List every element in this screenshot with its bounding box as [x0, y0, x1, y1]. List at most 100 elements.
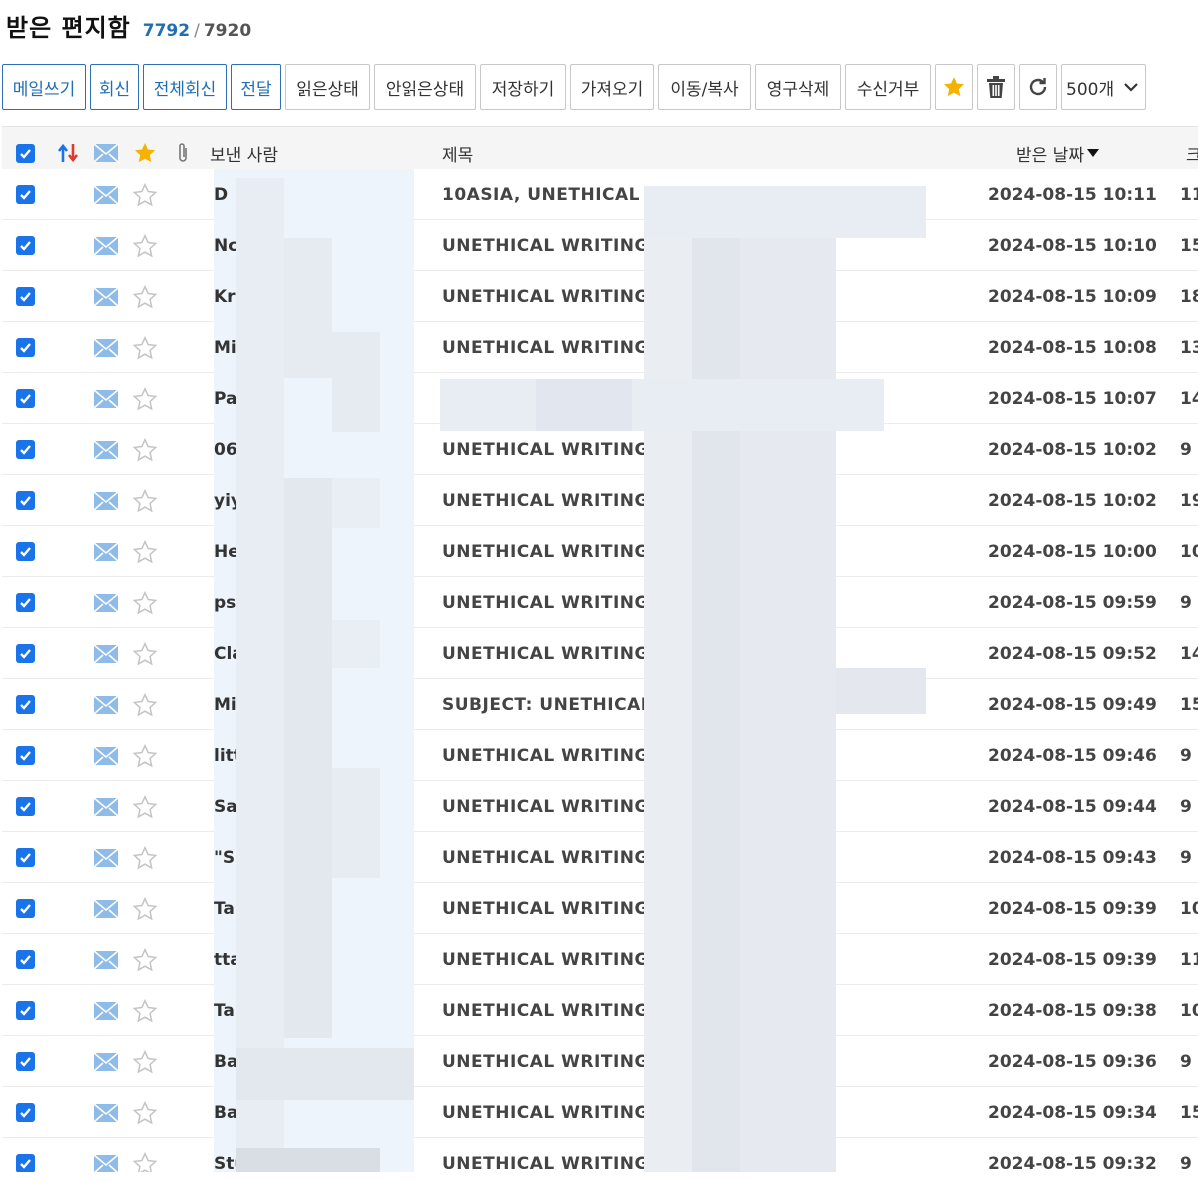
read-status[interactable]	[92, 475, 120, 526]
mark-read-button[interactable]: 읽은상태	[285, 64, 370, 110]
read-status[interactable]	[92, 322, 120, 373]
row-checkbox[interactable]	[14, 628, 36, 679]
row-star[interactable]	[132, 628, 158, 679]
read-status[interactable]	[92, 577, 120, 628]
table-row[interactable]: Tai UNETHICAL WRITINGS 2024-08-15 09:38 …	[2, 985, 1198, 1036]
read-status[interactable]	[92, 373, 120, 424]
row-checkbox[interactable]	[14, 883, 36, 934]
mail-rows: D 10ASIA, UNETHICAL WR 2024-08-15 10:11 …	[2, 169, 1198, 1172]
table-row[interactable]: Cla UNETHICAL WRITINGS 2024-08-15 09:52 …	[2, 628, 1198, 679]
row-star[interactable]	[132, 1036, 158, 1087]
row-star[interactable]	[132, 220, 158, 271]
table-row[interactable]: Mi UNETHICAL WRITINGS 2024-08-15 10:08 1…	[2, 322, 1198, 373]
table-row[interactable]: psl UNETHICAL WRITINGS 2024-08-15 09:59 …	[2, 577, 1198, 628]
row-checkbox[interactable]	[14, 679, 36, 730]
table-row[interactable]: Ba UNETHICAL WRITINGS 2024-08-15 09:36 9	[2, 1036, 1198, 1087]
row-star[interactable]	[132, 271, 158, 322]
read-status[interactable]	[92, 781, 120, 832]
row-checkbox[interactable]	[14, 577, 36, 628]
block-sender-button[interactable]: 수신거부	[845, 64, 931, 110]
row-star[interactable]	[132, 526, 158, 577]
read-status[interactable]	[92, 1087, 120, 1138]
read-status[interactable]	[92, 271, 120, 322]
row-checkbox[interactable]	[14, 730, 36, 781]
row-star[interactable]	[132, 322, 158, 373]
read-status[interactable]	[92, 1036, 120, 1087]
row-star[interactable]	[132, 883, 158, 934]
row-checkbox[interactable]	[14, 526, 36, 577]
row-star[interactable]	[132, 832, 158, 883]
compose-button[interactable]: 메일쓰기	[2, 64, 86, 110]
row-checkbox[interactable]	[14, 1087, 36, 1138]
trash-button[interactable]	[977, 64, 1015, 110]
read-status[interactable]	[92, 1138, 120, 1172]
delete-permanent-button[interactable]: 영구삭제	[755, 64, 841, 110]
row-checkbox[interactable]	[14, 169, 36, 220]
reply-all-button[interactable]: 전체회신	[143, 64, 227, 110]
row-star[interactable]	[132, 169, 158, 220]
read-status[interactable]	[92, 220, 120, 271]
star-button[interactable]	[935, 64, 973, 110]
table-row[interactable]: D 10ASIA, UNETHICAL WR 2024-08-15 10:11 …	[2, 169, 1198, 220]
page-size-value: 500개	[1066, 79, 1115, 100]
table-row[interactable]: Stu UNETHICAL WRITINGS 2024-08-15 09:32 …	[2, 1138, 1198, 1172]
row-star[interactable]	[132, 1138, 158, 1172]
row-star[interactable]	[132, 577, 158, 628]
checkbox-checked-icon	[15, 542, 35, 561]
forward-button[interactable]: 전달	[231, 64, 281, 110]
read-status[interactable]	[92, 883, 120, 934]
row-star[interactable]	[132, 730, 158, 781]
refresh-button[interactable]	[1019, 64, 1057, 110]
read-status[interactable]	[92, 679, 120, 730]
read-status[interactable]	[92, 730, 120, 781]
row-checkbox[interactable]	[14, 1138, 36, 1172]
read-status[interactable]	[92, 169, 120, 220]
table-row[interactable]: Mi SUBJECT: UNETHICAL W 2024-08-15 09:49…	[2, 679, 1198, 730]
read-status[interactable]	[92, 628, 120, 679]
import-button[interactable]: 가져오기	[570, 64, 654, 110]
table-row[interactable]: Kri UNETHICAL WRITINGS 2024-08-15 10:09 …	[2, 271, 1198, 322]
row-checkbox[interactable]	[14, 424, 36, 475]
row-star[interactable]	[132, 781, 158, 832]
table-row[interactable]: Tai UNETHICAL WRITINGS 2024-08-15 09:39 …	[2, 883, 1198, 934]
row-checkbox[interactable]	[14, 322, 36, 373]
table-row[interactable]: tta UNETHICAL WRITINGS 2024-08-15 09:39 …	[2, 934, 1198, 985]
read-status[interactable]	[92, 526, 120, 577]
table-row[interactable]: Ba UNETHICAL WRITINGS 2024-08-15 09:34 1…	[2, 1087, 1198, 1138]
table-row[interactable]: Sa UNETHICAL WRITINGS 2024-08-15 09:44 9	[2, 781, 1198, 832]
row-checkbox[interactable]	[14, 832, 36, 883]
row-checkbox[interactable]	[14, 373, 36, 424]
read-status[interactable]	[92, 985, 120, 1036]
read-status[interactable]	[92, 832, 120, 883]
row-checkbox[interactable]	[14, 220, 36, 271]
row-star[interactable]	[132, 373, 158, 424]
table-row[interactable]: litt UNETHICAL WRITINGS 2024-08-15 09:46…	[2, 730, 1198, 781]
row-star[interactable]	[132, 679, 158, 730]
row-checkbox[interactable]	[14, 985, 36, 1036]
reply-button[interactable]: 회신	[90, 64, 139, 110]
mail-list: 보낸 사람 제목 받은 날짜 크 D 10ASIA, UNETHICAL WR …	[2, 126, 1198, 1172]
row-checkbox[interactable]	[14, 271, 36, 322]
row-star[interactable]	[132, 934, 158, 985]
row-checkbox[interactable]	[14, 1036, 36, 1087]
row-star[interactable]	[132, 475, 158, 526]
row-star[interactable]	[132, 1087, 158, 1138]
row-checkbox[interactable]	[14, 934, 36, 985]
page-size-select[interactable]: 500개	[1061, 64, 1146, 110]
row-checkbox[interactable]	[14, 475, 36, 526]
read-status[interactable]	[92, 424, 120, 475]
read-status[interactable]	[92, 934, 120, 985]
unread-count[interactable]: 7792	[143, 21, 190, 41]
mark-unread-button[interactable]: 안읽은상태	[374, 64, 476, 110]
row-checkbox[interactable]	[14, 781, 36, 832]
table-row[interactable]: "S. UNETHICAL WRITINGS 2024-08-15 09:43 …	[2, 832, 1198, 883]
row-star[interactable]	[132, 985, 158, 1036]
received-date: 2024-08-15 09:32	[988, 1153, 1157, 1173]
row-star[interactable]	[132, 424, 158, 475]
table-row[interactable]: Nc UNETHICAL WRITINGS 2024-08-15 10:10 1…	[2, 220, 1198, 271]
move-copy-button[interactable]: 이동/복사	[658, 64, 751, 110]
table-row[interactable]: 06 UNETHICAL WRITINGS 2024-08-15 10:02 9	[2, 424, 1198, 475]
save-button[interactable]: 저장하기	[480, 64, 566, 110]
table-row[interactable]: yiy UNETHICAL WRITINGS 2024-08-15 10:02 …	[2, 475, 1198, 526]
table-row[interactable]: He UNETHICAL WRITINGS 2024-08-15 10:00 1…	[2, 526, 1198, 577]
